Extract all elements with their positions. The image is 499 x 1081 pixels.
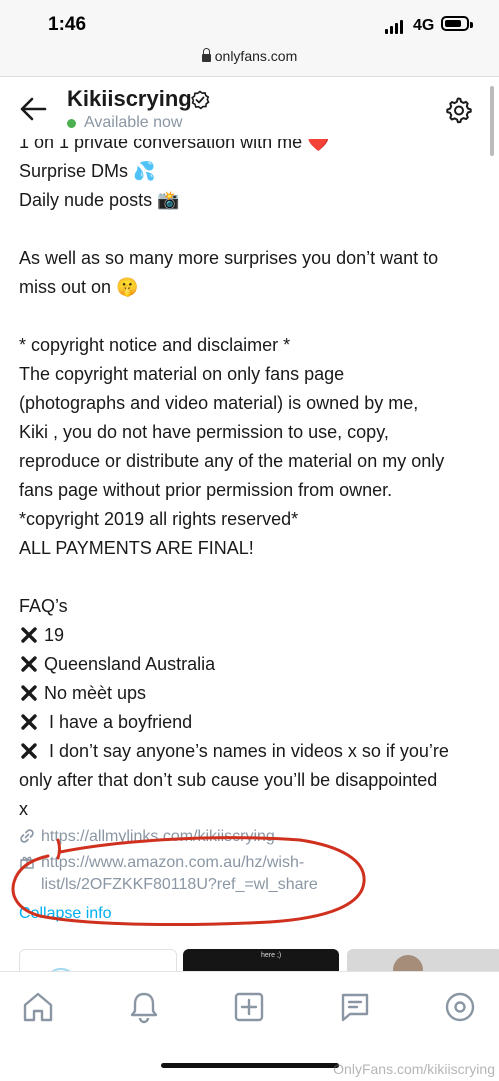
bio-line: ALL PAYMENTS ARE FINAL! <box>19 538 254 558</box>
faq-heading: FAQ’s <box>19 596 68 616</box>
back-arrow-icon[interactable] <box>18 95 48 123</box>
cross-mark-icon <box>21 714 37 730</box>
network-type: 4G <box>413 17 435 34</box>
watermark: OnlyFans.com/kikiiscrying <box>333 1061 495 1077</box>
bio-line: As well as so many more surprises you do… <box>19 248 439 268</box>
signal-icon <box>385 20 405 34</box>
online-status-dot <box>67 119 76 128</box>
faq-item: I have a boyfriend <box>20 712 192 733</box>
verified-badge-icon <box>191 90 210 110</box>
faq-text: 19 <box>44 625 65 645</box>
bio-line: only after that don’t sub cause you’ll b… <box>19 770 438 790</box>
faq-text: I don’t say anyone’s names in videos x s… <box>44 741 449 761</box>
cross-mark-icon <box>21 743 37 759</box>
faq-item: Queensland Australia <box>20 654 215 675</box>
cross-mark-icon <box>21 656 37 672</box>
online-status-text: Available now <box>84 114 183 131</box>
allmylinks-link[interactable]: https://allmylinks.com/kikiiscrying <box>19 828 275 846</box>
lock-icon <box>201 48 211 62</box>
bio-line: *copyright 2019 all rights reserved* <box>19 509 299 529</box>
profile-name: Kikiiscrying <box>67 86 192 111</box>
thumbnail-caption: here ;) <box>261 952 282 959</box>
status-time: 1:46 <box>48 14 87 35</box>
amazon-wishlist-link[interactable]: https://www.amazon.com.au/hz/wish- <box>19 854 304 872</box>
bio-line: Surprise DMs 💦 <box>19 161 156 181</box>
cross-mark-icon <box>21 685 37 701</box>
link-text: https://allmylinks.com/kikiiscrying <box>41 828 275 845</box>
faq-text: Queensland Australia <box>44 654 216 674</box>
bio-line: Daily nude posts 📸 <box>19 190 180 210</box>
url-text: onlyfans.com <box>214 48 298 64</box>
bio-line: x <box>19 799 28 819</box>
profile-header: Kikiiscrying Available now <box>0 77 499 139</box>
gift-icon <box>20 856 34 869</box>
scrollbar[interactable] <box>490 86 494 156</box>
faq-item: I don’t say anyone’s names in videos x s… <box>20 741 449 762</box>
faq-item: No mèèt ups <box>20 683 146 704</box>
profile-icon[interactable] <box>443 990 477 1024</box>
bio-line: * copyright notice and disclaimer * <box>19 335 291 355</box>
bio-line: (photographs and video material) is owne… <box>19 393 419 413</box>
bio-line: The copyright material on only fans page <box>19 364 345 384</box>
messages-icon[interactable] <box>338 990 372 1024</box>
collapse-info-link[interactable]: Collapse info <box>19 905 112 923</box>
add-post-icon[interactable] <box>232 990 266 1024</box>
notifications-bell-icon[interactable] <box>127 990 161 1024</box>
chain-link-icon <box>20 829 34 843</box>
bio-line: fans page without prior permission from … <box>19 480 393 500</box>
faq-text: I have a boyfriend <box>44 712 193 732</box>
faq-item: 19 <box>20 625 64 646</box>
browser-url-bar[interactable]: onlyfans.com <box>0 44 499 77</box>
bio-line: Kiki , you do not have permission to use… <box>19 422 389 442</box>
cross-mark-icon <box>21 627 37 643</box>
bio-line: miss out on 🤫 <box>19 277 139 297</box>
bio-line: reproduce or distribute any of the mater… <box>19 451 445 471</box>
home-icon[interactable] <box>21 990 55 1024</box>
faq-text: No mèèt ups <box>44 683 147 703</box>
home-indicator <box>161 1063 339 1068</box>
status-bar: 1:46 4G <box>0 0 499 44</box>
battery-icon <box>441 16 473 31</box>
amazon-wishlist-link-continuation[interactable]: list/ls/2OFZKKF80118U?ref_=wl_share <box>41 876 318 894</box>
settings-gear-icon[interactable] <box>444 96 472 124</box>
link-text: https://www.amazon.com.au/hz/wish- <box>41 854 305 871</box>
